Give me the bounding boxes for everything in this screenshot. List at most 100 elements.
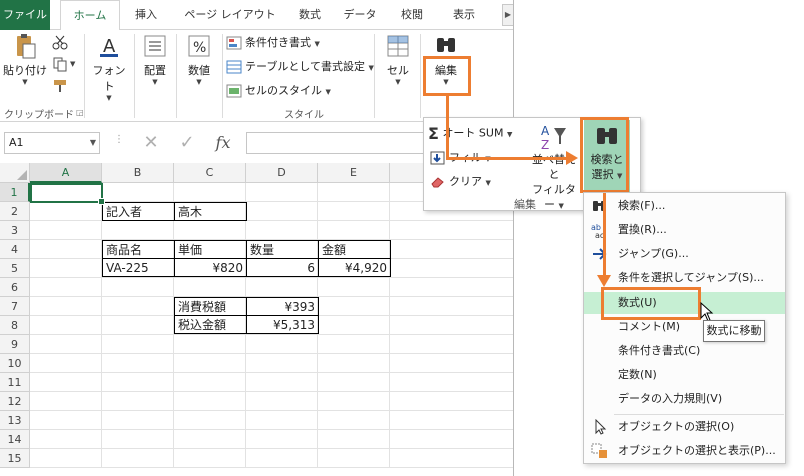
cancel-icon[interactable]: ✕: [140, 133, 162, 153]
grid-cell[interactable]: [390, 278, 513, 297]
row-header[interactable]: 14: [0, 430, 30, 449]
grid-cell[interactable]: [30, 278, 102, 297]
grid-cell[interactable]: [246, 411, 318, 430]
row-header[interactable]: 15: [0, 449, 30, 468]
row-header[interactable]: 9: [0, 335, 30, 354]
grid-cell[interactable]: [174, 449, 246, 468]
menu-item-constants[interactable]: 定数(N): [584, 364, 785, 386]
grid-cell[interactable]: [318, 183, 390, 202]
grid-cell[interactable]: [318, 221, 390, 240]
clear-button[interactable]: クリア ▼: [430, 173, 491, 189]
tab-formulas[interactable]: 数式: [288, 0, 332, 30]
cell-c2[interactable]: 高木: [174, 202, 247, 221]
row-header[interactable]: 4: [0, 240, 30, 259]
grid-cell[interactable]: [174, 354, 246, 373]
row-header[interactable]: 1: [0, 183, 30, 202]
grid-cell[interactable]: [318, 411, 390, 430]
font-button[interactable]: A フォント ▼: [88, 32, 130, 102]
grid-cell[interactable]: [390, 221, 513, 240]
grid-cell[interactable]: [30, 240, 102, 259]
grid-cell[interactable]: [246, 335, 318, 354]
row-header[interactable]: 13: [0, 411, 30, 430]
grid-cell[interactable]: [390, 411, 513, 430]
grid-cell[interactable]: [246, 278, 318, 297]
tab-home[interactable]: ホーム: [60, 0, 120, 31]
paste-button[interactable]: 貼り付け ▼: [2, 32, 48, 86]
grid-cell[interactable]: [246, 430, 318, 449]
row-header[interactable]: 6: [0, 278, 30, 297]
cell-c5[interactable]: ¥820: [174, 258, 247, 277]
copy-dropdown-icon[interactable]: ▼: [70, 60, 75, 68]
format-as-table-button[interactable]: テーブルとして書式設定 ▼: [226, 58, 374, 74]
grid-cell[interactable]: [246, 392, 318, 411]
grid-cell[interactable]: [30, 297, 102, 316]
grid-cell[interactable]: [174, 411, 246, 430]
menu-item-data-validation[interactable]: データの入力規則(V): [584, 388, 785, 410]
tab-page-layout[interactable]: ページ レイアウト: [176, 0, 284, 30]
cell-e5[interactable]: ¥4,920: [318, 258, 391, 277]
grid-cell[interactable]: [102, 354, 174, 373]
grid-cell[interactable]: [390, 373, 513, 392]
grid-cell[interactable]: [102, 411, 174, 430]
menu-item-conditional-formatting[interactable]: 条件付き書式(C): [584, 340, 785, 362]
clipboard-launcher-icon[interactable]: ◲: [76, 108, 84, 117]
format-painter-icon[interactable]: [52, 78, 68, 94]
tab-data[interactable]: データ: [336, 0, 384, 30]
cell-b4[interactable]: 商品名: [102, 240, 175, 259]
grid-cell[interactable]: [390, 430, 513, 449]
column-header-d[interactable]: D: [246, 163, 318, 183]
grid-cell[interactable]: [30, 316, 102, 335]
tab-scroll-right-icon[interactable]: ▶: [502, 4, 513, 26]
column-header-e[interactable]: E: [318, 163, 390, 183]
cell-c8[interactable]: 税込金額: [174, 315, 247, 334]
row-header[interactable]: 11: [0, 373, 30, 392]
grid-cell[interactable]: [318, 373, 390, 392]
name-box[interactable]: A1 ▼: [4, 132, 100, 154]
grid-cell[interactable]: [174, 430, 246, 449]
grid-cell[interactable]: [318, 392, 390, 411]
grid-cell[interactable]: [246, 354, 318, 373]
row-header[interactable]: 8: [0, 316, 30, 335]
cell-styles-button[interactable]: セルのスタイル ▼: [226, 82, 331, 98]
cell-d5[interactable]: 6: [246, 258, 319, 277]
grid-cell[interactable]: [102, 392, 174, 411]
grid-cell[interactable]: [318, 449, 390, 468]
grid-cell[interactable]: [390, 335, 513, 354]
grid-cell[interactable]: [102, 278, 174, 297]
tab-view[interactable]: 表示: [442, 0, 486, 30]
copy-icon[interactable]: [52, 56, 68, 72]
tab-file[interactable]: ファイル: [0, 0, 50, 30]
grid-cell[interactable]: [102, 449, 174, 468]
paste-dropdown-icon[interactable]: ▼: [2, 78, 48, 86]
menu-item-replace[interactable]: ab ac 置換(R)...: [584, 219, 785, 241]
grid-cell[interactable]: [174, 278, 246, 297]
grid-cell[interactable]: [318, 297, 390, 316]
column-header-a[interactable]: A: [30, 163, 102, 183]
row-header[interactable]: 3: [0, 221, 30, 240]
grid-cell[interactable]: [318, 335, 390, 354]
cell-d8[interactable]: ¥5,313: [246, 315, 319, 334]
cell-e4[interactable]: 金額: [318, 240, 391, 259]
active-cell-a1[interactable]: [30, 183, 105, 205]
grid-cell[interactable]: [246, 449, 318, 468]
select-all-corner[interactable]: [0, 163, 30, 183]
grid-cell[interactable]: [318, 316, 390, 335]
grid-cell[interactable]: [174, 335, 246, 354]
cut-icon[interactable]: [52, 34, 68, 50]
cell-c7[interactable]: 消費税額: [174, 297, 247, 316]
grid-cell[interactable]: [246, 183, 318, 202]
enter-icon[interactable]: ✓: [176, 133, 198, 153]
autosum-button[interactable]: Σ オート SUM ▼: [428, 124, 512, 143]
grid-cell[interactable]: [318, 202, 390, 221]
column-header-c[interactable]: C: [174, 163, 246, 183]
tab-review[interactable]: 校閲: [390, 0, 434, 30]
cell-c4[interactable]: 単価: [174, 240, 247, 259]
cell-b2[interactable]: 記入者: [102, 202, 175, 221]
grid-cell[interactable]: [102, 221, 174, 240]
cells-button[interactable]: セル ▼: [378, 32, 418, 86]
row-header[interactable]: 7: [0, 297, 30, 316]
grid-cell[interactable]: [174, 373, 246, 392]
column-header-b[interactable]: B: [102, 163, 174, 183]
conditional-formatting-button[interactable]: 条件付き書式 ▼: [226, 34, 320, 50]
grid-cell[interactable]: [30, 202, 102, 221]
